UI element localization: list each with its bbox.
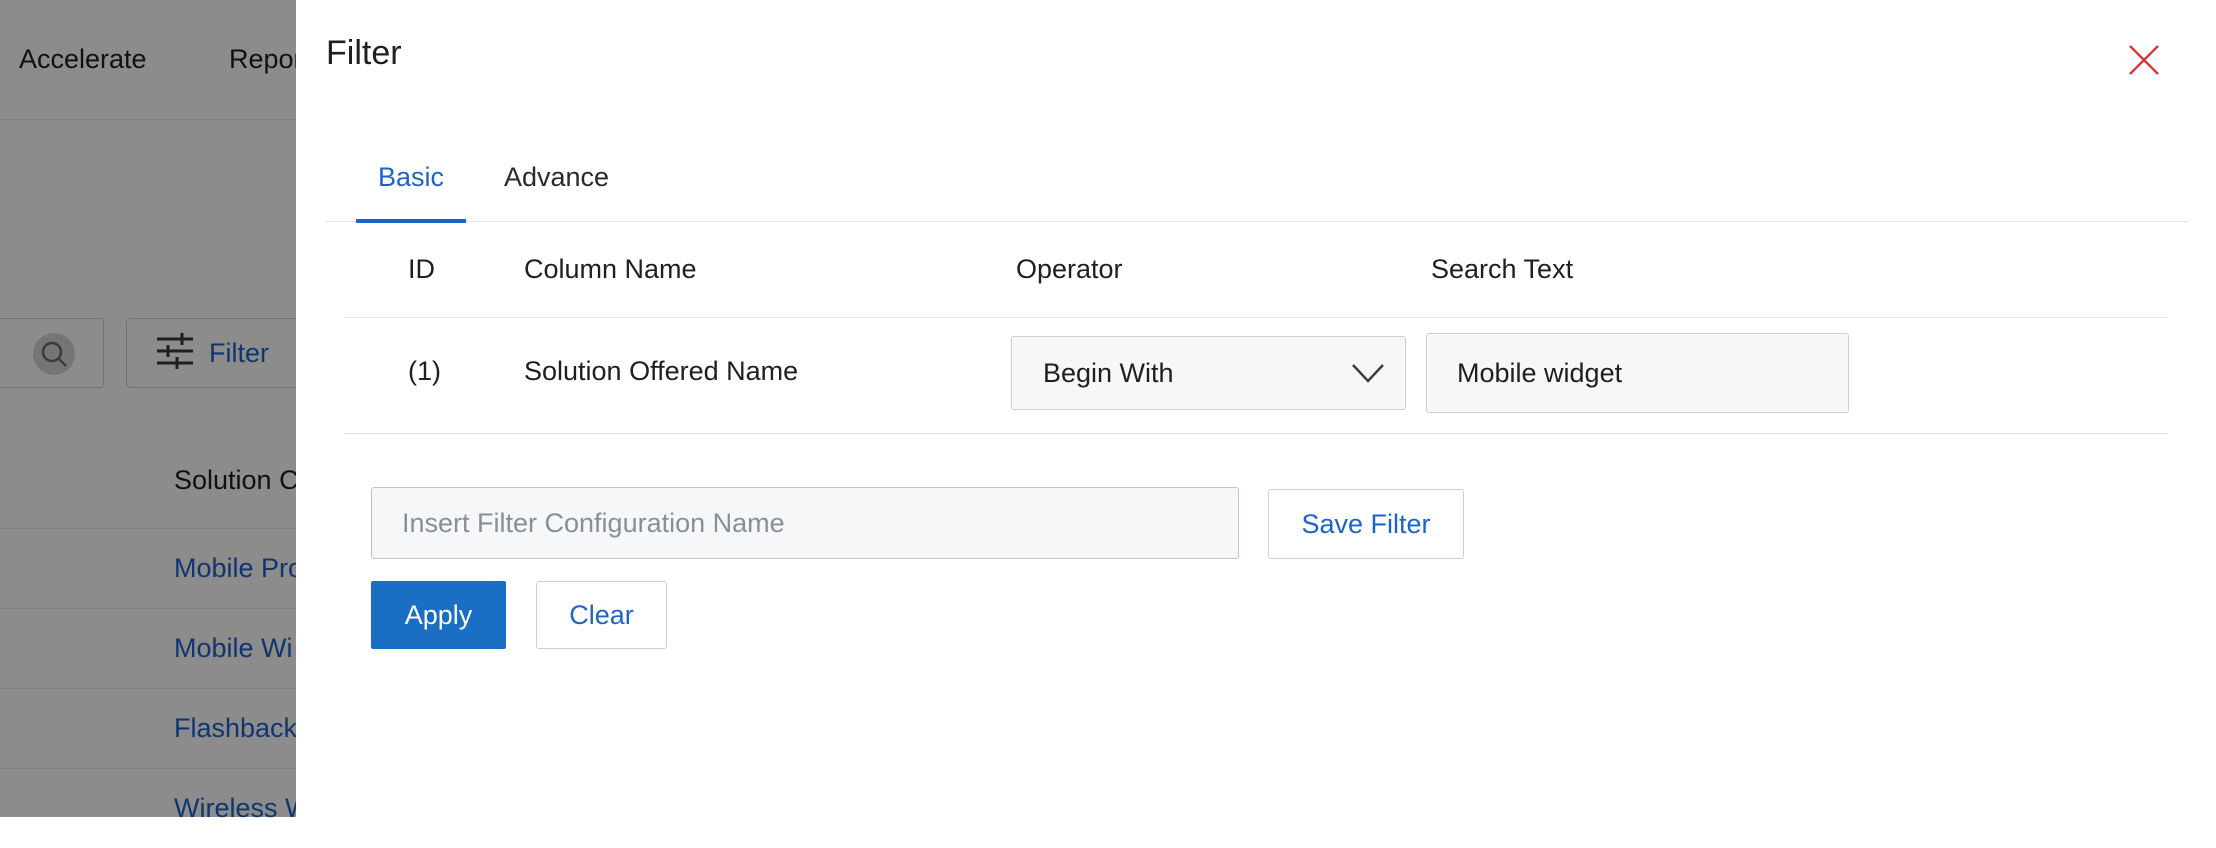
- save-filter-button[interactable]: Save Filter: [1268, 489, 1464, 559]
- table-row: (1) Solution Offered Name Begin With: [344, 318, 2168, 434]
- search-text-input[interactable]: [1426, 333, 1849, 413]
- close-icon[interactable]: [2126, 42, 2162, 78]
- operator-select-value: Begin With: [1043, 358, 1174, 388]
- apply-button[interactable]: Apply: [371, 581, 506, 649]
- panel-title: Filter: [326, 34, 402, 72]
- table-header: ID Column Name Operator Search Text: [344, 222, 2168, 318]
- header-operator: Operator: [1016, 254, 1123, 284]
- filter-table: ID Column Name Operator Search Text (1) …: [344, 222, 2168, 434]
- header-id: ID: [408, 254, 435, 284]
- filter-panel: Filter Basic Advance ID Column Name Oper…: [296, 0, 2216, 817]
- chevron-down-icon: [1351, 361, 1385, 385]
- tab-bar: Basic Advance: [326, 152, 2188, 223]
- header-search-text: Search Text: [1431, 254, 1574, 284]
- row-id: (1): [408, 356, 441, 386]
- filter-config-name-input[interactable]: [371, 487, 1239, 559]
- operator-select[interactable]: Begin With: [1011, 336, 1406, 410]
- tab-advance[interactable]: Advance: [482, 162, 631, 221]
- tab-basic[interactable]: Basic: [356, 162, 467, 223]
- clear-button[interactable]: Clear: [536, 581, 667, 649]
- row-column-name: Solution Offered Name: [524, 356, 799, 386]
- header-column-name: Column Name: [524, 254, 697, 284]
